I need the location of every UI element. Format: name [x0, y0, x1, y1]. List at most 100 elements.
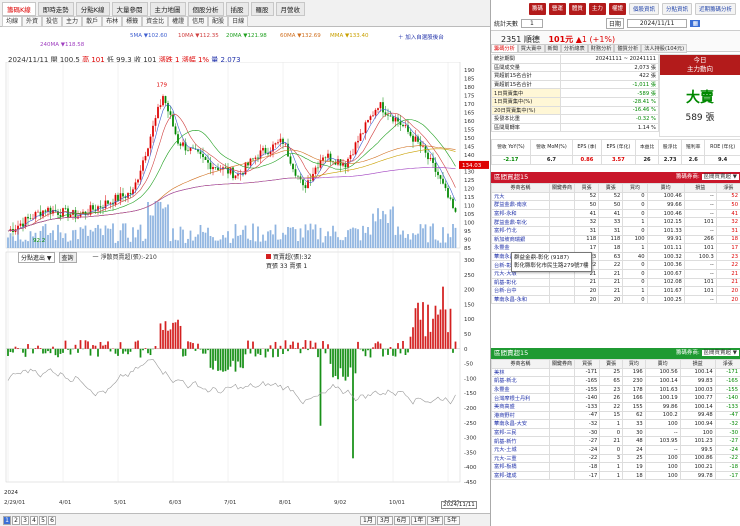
analysis-tab-0[interactable]: 籌碼分析 [491, 44, 518, 53]
category-button-0[interactable]: 籌碼 [528, 3, 546, 15]
add-watch-link[interactable]: ＋ 加入自選股後台 [398, 33, 444, 41]
indicator-tab-3[interactable]: 主力 [62, 16, 83, 27]
table-cell: 0 [622, 208, 648, 219]
table-row[interactable]: 台新-台中 20 21 1 101.67 101 20 [491, 286, 740, 296]
table-row[interactable]: 凱基-新北 -165 65 230 100.14 99.83 -165 [491, 376, 740, 386]
indicator-tab-7[interactable]: 資金比 [142, 16, 169, 27]
indicator-tab-6[interactable]: 標籤 [122, 16, 143, 27]
table-row[interactable]: 台灣摩根士丹利 -140 26 166 100.19 100.77 -140 [491, 393, 740, 403]
table-row[interactable]: 永豐金 17 18 1 101.11 101 17 [491, 243, 740, 253]
tab-7[interactable]: 羅股 [250, 2, 274, 16]
analysis-tab-3[interactable]: 分析總表 [560, 44, 588, 53]
period-button-3[interactable]: 1年 [410, 515, 427, 525]
volume-bar [182, 229, 184, 248]
broker-net-bar [449, 308, 452, 349]
period-button-1[interactable]: 3月 [376, 515, 393, 525]
low-label: 92.2 [33, 238, 45, 244]
table-row[interactable]: 群益金鼎-南京 50 50 0 99.66 -- 50 [491, 200, 740, 210]
volume-bar [64, 233, 67, 248]
table-cell: 22 [598, 260, 624, 270]
broker-net-bar [377, 341, 379, 349]
candle-body [182, 142, 184, 146]
table-row[interactable]: 凱基-彰化 21 21 0 102.08 101 21 [491, 277, 740, 288]
analysis-tab-5[interactable]: 體質分析 [614, 44, 642, 53]
table-row[interactable]: 永豐金 -155 23 178 101.63 100.03 -155 [491, 384, 740, 395]
volume-bar [314, 224, 317, 248]
indicator-tab-2[interactable]: 投信 [42, 16, 63, 27]
page-button-5[interactable]: 5 [39, 515, 47, 525]
broker-net-bar [99, 341, 102, 349]
analysis-tab-6[interactable]: 法人持股(104元) [641, 44, 688, 53]
branch-select[interactable]: 分點進出 ▼ [18, 252, 55, 263]
table-row[interactable]: 凱基-新竹 -27 21 48 103.95 101.23 -27 [491, 436, 740, 446]
indicator-tab-11[interactable]: 日線 [228, 16, 249, 27]
table-row[interactable]: 美林 -171 25 196 100.56 100.14 -171 [491, 367, 740, 378]
candle-body [454, 208, 457, 212]
candle-body [109, 202, 112, 204]
category-button-4[interactable]: 權證 [608, 3, 626, 15]
top-link-2[interactable]: 近期籌碼分析 [694, 3, 736, 15]
table-row[interactable]: 富邦-永和 41 41 0 100.46 -- 41 [491, 208, 740, 219]
indicator-tab-8[interactable]: 權證 [168, 16, 189, 27]
table-row[interactable]: 新加坡商瑞銀 118 118 100 99.91 266 18 [491, 234, 740, 245]
table-row[interactable]: 元大 52 52 0 100.46 -- 52 [491, 191, 740, 202]
table-row[interactable]: 富邦-板橋 -18 1 19 100 100.21 -18 [491, 462, 740, 472]
top-link-1[interactable]: 分點資訊 [661, 3, 692, 15]
price-tick-label: 155 [464, 127, 475, 133]
volume-bar [277, 239, 279, 248]
category-button-1[interactable]: 營運 [548, 3, 566, 15]
table-row[interactable]: 華南永昌-永和 20 20 0 100.25 -- 20 [491, 294, 740, 305]
table-row[interactable]: 富邦-建成 -17 1 18 100 99.78 -17 [491, 470, 740, 481]
calendar-icon[interactable]: ▦ [690, 20, 701, 27]
table-row[interactable]: 華南永昌-大安 -32 1 33 100 100.94 -32 [491, 419, 740, 429]
volume-bar [452, 223, 454, 248]
analysis-tab-2[interactable]: 新聞 [544, 44, 561, 53]
period-button-5[interactable]: 5年 [444, 515, 460, 525]
query-button[interactable]: 查詢 [58, 252, 77, 263]
period-select[interactable]: 1 [521, 19, 543, 28]
analysis-tab-4[interactable]: 財務分析 [587, 44, 615, 53]
indicator-tab-5[interactable]: 布林 [102, 16, 123, 27]
candle-body [362, 132, 364, 134]
table-row[interactable]: 港商野村 -47 15 62 100.2 99.48 -47 [491, 410, 740, 421]
buy-sort-select[interactable]: 區間買賣超 ▼ [701, 174, 739, 180]
sub-tick-label: -200 [464, 406, 477, 412]
period-button-4[interactable]: 3年 [427, 515, 444, 525]
volume-bar [184, 242, 187, 248]
date-tick-label: 7/01 [224, 500, 236, 506]
page-button-6[interactable]: 6 [48, 515, 56, 525]
table-row[interactable]: 富邦-三民 -30 0 30 -- 100 -30 [491, 427, 740, 438]
indicator-tab-10[interactable]: 配股 [208, 16, 229, 27]
table-row[interactable]: 美商高盛 -133 22 155 99.86 100.14 -133 [491, 401, 740, 412]
table-row[interactable]: 富邦-竹北 31 31 0 101.33 -- 31 [491, 225, 740, 236]
page-button-2[interactable]: 2 [12, 515, 20, 525]
volume-bar [169, 241, 172, 248]
top-link-0[interactable]: 個股資訊 [628, 3, 659, 15]
candle-body [59, 214, 62, 217]
category-button-3[interactable]: 主力 [588, 3, 606, 15]
analysis-tab-1[interactable]: 買大賣中 [517, 44, 545, 53]
sell-sort-select[interactable]: 區間買賣超 ▼ [701, 350, 739, 356]
date-input[interactable]: 2024/11/11 [626, 19, 688, 28]
volume-bar [112, 223, 114, 248]
period-button-2[interactable]: 6月 [393, 515, 410, 525]
candle-body [37, 211, 39, 213]
page-button-4[interactable]: 4 [30, 515, 38, 525]
volume-bar [174, 239, 177, 248]
page-button-3[interactable]: 3 [21, 515, 29, 525]
volume-bar [454, 227, 457, 248]
tab-8[interactable]: 月營收 [275, 2, 306, 16]
broker-net-bar [117, 348, 119, 356]
indicator-tab-4[interactable]: 散戶 [82, 16, 103, 27]
indicator-tab-1[interactable]: 外資 [22, 16, 43, 27]
table-row[interactable]: 元大-三重 -22 3 25 100 100.86 -22 [491, 453, 740, 464]
price-chart[interactable]: 1901851801751701651601551501451401351301… [0, 62, 490, 512]
category-button-2[interactable]: 體質 [568, 3, 586, 15]
indicator-tab-0[interactable]: 均線 [2, 16, 23, 27]
candle-body [157, 106, 159, 119]
period-button-0[interactable]: 1月 [360, 515, 376, 525]
table-row[interactable]: 元大-土城 -24 0 24 -- 99.5 -24 [491, 444, 740, 455]
indicator-tab-9[interactable]: 信用 [188, 16, 209, 27]
page-button-1[interactable]: 1 [3, 515, 11, 525]
table-row[interactable]: 群益金鼎-彰化 32 33 1 102.15 101 32 [491, 217, 740, 227]
